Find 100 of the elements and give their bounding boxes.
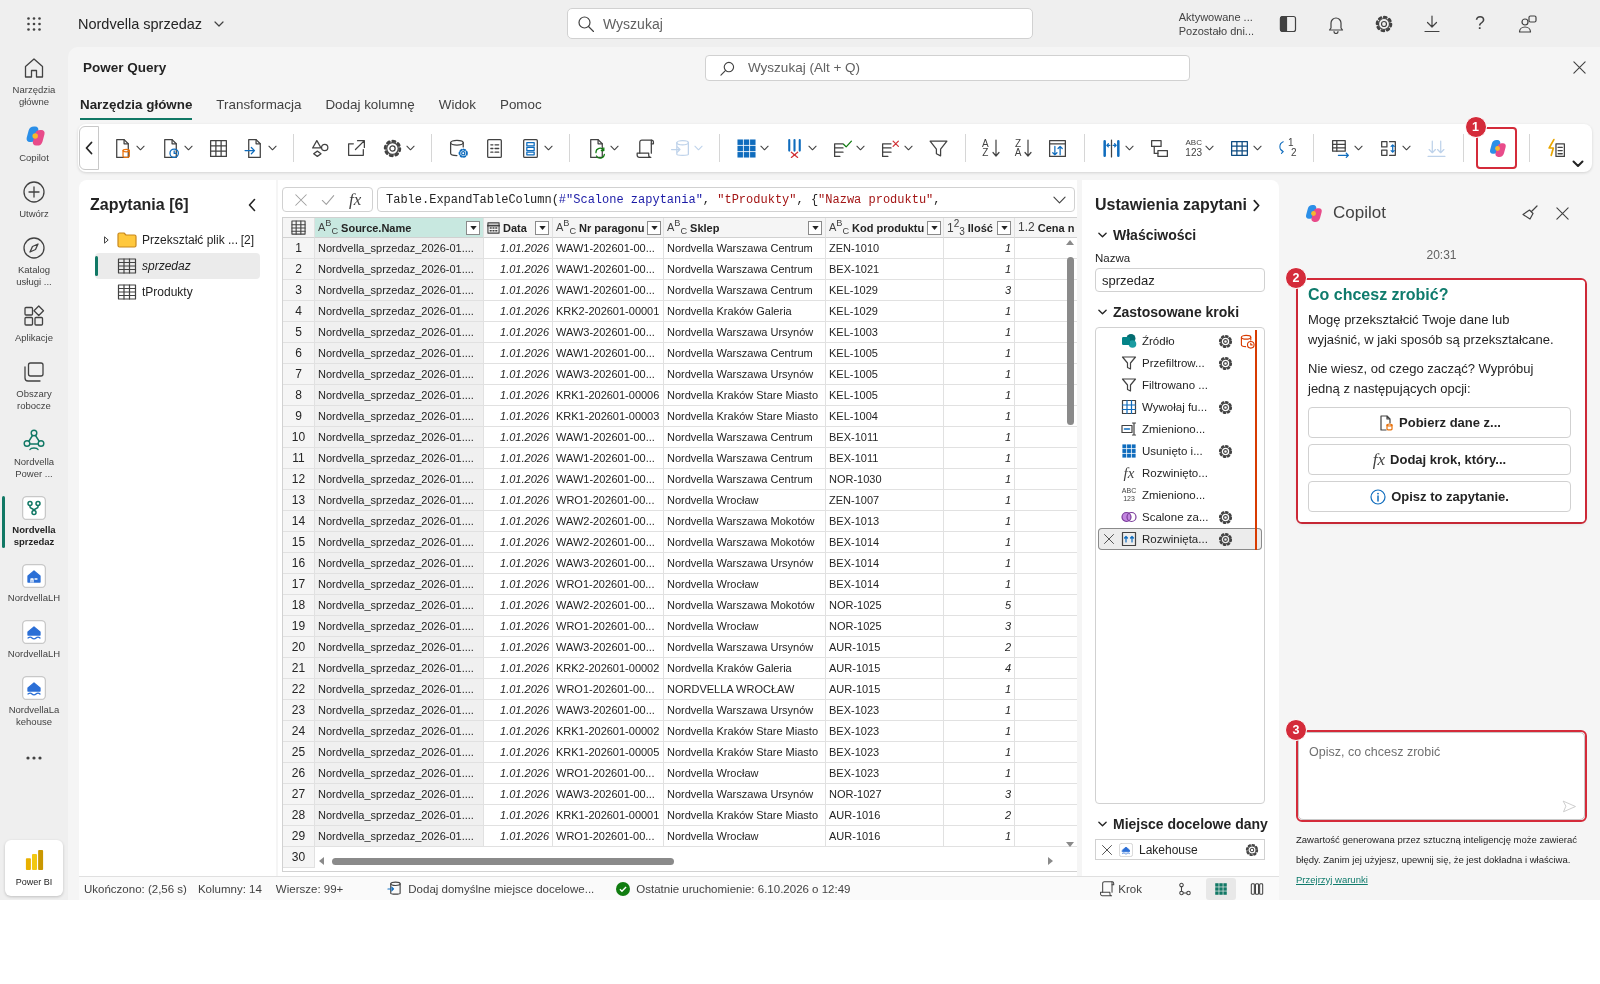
column-header[interactable]: A$^{B}$$_{C}$ Sklep <box>664 218 826 238</box>
name-input[interactable]: sprzedaz <box>1095 268 1265 292</box>
column-header[interactable]: 1.2 Cena n <box>1015 218 1077 238</box>
help-button[interactable]: ? <box>1460 5 1500 42</box>
clear-chat-button[interactable] <box>1522 205 1538 221</box>
sort-ascending-button[interactable]: A Z <box>980 133 1002 163</box>
scroll-thumb[interactable] <box>1066 257 1074 425</box>
nav-item[interactable]: Nordvella sprzedaz <box>0 488 68 556</box>
gear-icon[interactable] <box>1218 443 1233 459</box>
formula-field[interactable]: Table.ExpandTableColumn(#"Scalone zapytania", "tProdukty", {"Nazwa produktu", <box>377 187 1075 212</box>
column-filter-button[interactable] <box>997 220 1011 235</box>
suggestion-button[interactable]: fx Dodaj krok, który... <box>1308 444 1571 475</box>
table-cell: BEX-1011 <box>826 448 944 469</box>
step-button[interactable]: Krok <box>1098 880 1142 897</box>
expand-triangle-icon[interactable] <box>103 236 109 244</box>
query-item[interactable]: tProdukty <box>95 279 260 305</box>
collapse-pane-button[interactable] <box>1253 198 1261 212</box>
gear-icon[interactable] <box>1245 842 1259 857</box>
suggestion-button[interactable]: Opisz to zapytanie. <box>1308 481 1571 512</box>
column-filter-button[interactable] <box>927 220 942 235</box>
workspace-selector[interactable]: Nordvella sprzedaz <box>76 11 227 36</box>
gear-icon[interactable] <box>1218 531 1233 547</box>
section-header[interactable]: Właściwości <box>1095 226 1265 244</box>
scroll-thumb[interactable] <box>332 857 674 865</box>
section-header[interactable]: Zastosowane kroki <box>1095 303 1265 321</box>
gear-icon[interactable] <box>1218 355 1233 371</box>
applied-step[interactable]: Wywołaj fu... <box>1098 396 1262 418</box>
table-cell: 1 <box>944 301 1015 322</box>
delete-icon[interactable] <box>1103 533 1115 545</box>
column-filter-button[interactable] <box>808 220 822 235</box>
nav-item[interactable]: NordvellaLakehouse <box>0 668 68 736</box>
applied-step[interactable]: Źródło <box>1098 330 1262 352</box>
ribbon-tab[interactable]: Dodaj kolumnę <box>325 88 415 120</box>
terms-link[interactable]: Przejrzyj warunki <box>1296 874 1368 885</box>
ribbon-tab[interactable]: Narzędzia główne <box>80 88 193 120</box>
row-number: 10 <box>283 427 315 448</box>
query-item[interactable]: sprzedaz <box>95 253 260 279</box>
column-header[interactable]: A$^{B}$$_{C}$ Kod produktu <box>826 218 944 238</box>
table-cell: NOR-1025 <box>826 595 944 616</box>
suggestion-button[interactable]: Pobierz dane z... <box>1308 407 1571 438</box>
nav-item[interactable]: Katalog usługi ... <box>0 228 68 296</box>
column-filter-button[interactable] <box>466 220 480 235</box>
info-icon <box>1370 488 1387 505</box>
table-cell: 1 <box>944 742 1015 763</box>
applied-step[interactable]: fx Rozwinięto... <box>1098 462 1262 484</box>
table-cell: 1.01.2026 <box>484 679 553 700</box>
select-all-cell[interactable] <box>283 218 315 238</box>
close-button[interactable] <box>1571 59 1587 76</box>
delete-icon[interactable] <box>1101 843 1113 856</box>
table-cell: 1 <box>944 721 1015 742</box>
column-header[interactable]: A$^{B}$$_{C}$ Source.Name <box>315 218 484 238</box>
applied-step[interactable]: Zmieniono... <box>1098 418 1262 440</box>
column-filter-button[interactable] <box>647 220 662 235</box>
gear-icon[interactable] <box>1218 333 1233 349</box>
row-number: 6 <box>283 343 315 364</box>
applied-step[interactable]: Filtrowano ... <box>1098 374 1262 396</box>
table-cell: ZEN-1007 <box>826 490 944 511</box>
table-cell: 1 <box>944 427 1015 448</box>
close-button[interactable] <box>1555 205 1570 221</box>
applied-step[interactable]: Przefiltrow... <box>1098 352 1262 374</box>
search-field[interactable]: Wyszukaj <box>567 8 1033 39</box>
nav-item[interactable]: Narzędzia główne <box>0 48 68 116</box>
product-switcher[interactable]: Power BI <box>5 840 63 896</box>
column-filter-button[interactable] <box>535 220 549 235</box>
nav-item[interactable]: Copilot <box>0 116 68 172</box>
gear-icon[interactable] <box>1218 399 1233 415</box>
function-button[interactable]: fx <box>348 189 362 210</box>
ribbon-tab[interactable]: Pomoc <box>500 88 542 120</box>
trial-status[interactable]: Aktywowane ... Pozostało dni... <box>1178 9 1254 38</box>
search-field[interactable]: Wyszukaj (Alt + Q) <box>705 54 1190 81</box>
column-header[interactable]: A$^{B}$$_{C}$ Nr paragonu <box>553 218 664 238</box>
applied-step[interactable]: Rozwinięta... <box>1098 528 1262 550</box>
query-item[interactable]: Przekształć plik ... [2] <box>95 227 260 253</box>
caret-icon <box>856 145 865 151</box>
table-view-button[interactable] <box>1206 877 1236 900</box>
collapse-pane-button[interactable] <box>248 198 258 212</box>
nav-item[interactable]: Nordvella Power ... <box>0 420 68 488</box>
gear-icon[interactable] <box>1218 509 1233 525</box>
ribbon-tab[interactable]: Transformacja <box>216 88 302 120</box>
collapse-ribbon-button[interactable] <box>79 126 99 170</box>
vertical-scrollbar[interactable] <box>1065 240 1075 847</box>
replace-values-button[interactable]: 1 2 <box>1275 133 1299 163</box>
ribbon-tab[interactable]: Widok <box>438 88 476 120</box>
nav-item[interactable]: Aplikacje <box>0 296 68 352</box>
nav-item[interactable]: Utwórz <box>0 172 68 228</box>
applied-step[interactable]: Scalone za... <box>1098 506 1262 528</box>
message-input[interactable]: Opisz, co chcesz zrobić <box>1298 732 1585 820</box>
table-cell: Nordvella Warszawa Centrum <box>664 448 826 469</box>
expand-ribbon-button[interactable] <box>1570 158 1586 170</box>
add-destination-button[interactable]: Dodaj domyślne miejsce docelowe... <box>387 881 595 896</box>
nav-item[interactable]: Obszary robocze <box>0 352 68 420</box>
destination-item[interactable]: Lakehouse <box>1095 839 1265 860</box>
nav-item[interactable]: NordvellaLH <box>0 612 68 668</box>
table-cell: NOR-1027 <box>826 784 944 805</box>
applied-step[interactable]: Usunięto i... <box>1098 440 1262 462</box>
data-type-button[interactable]: ABC 123 <box>1183 133 1217 163</box>
sort-descending-button[interactable]: Z A <box>1012 133 1035 163</box>
column-header[interactable]: Data <box>484 218 553 238</box>
table-cell: Nordvella Warszawa Centrum <box>664 238 826 259</box>
nav-item[interactable]: NordvellaLH <box>0 556 68 612</box>
